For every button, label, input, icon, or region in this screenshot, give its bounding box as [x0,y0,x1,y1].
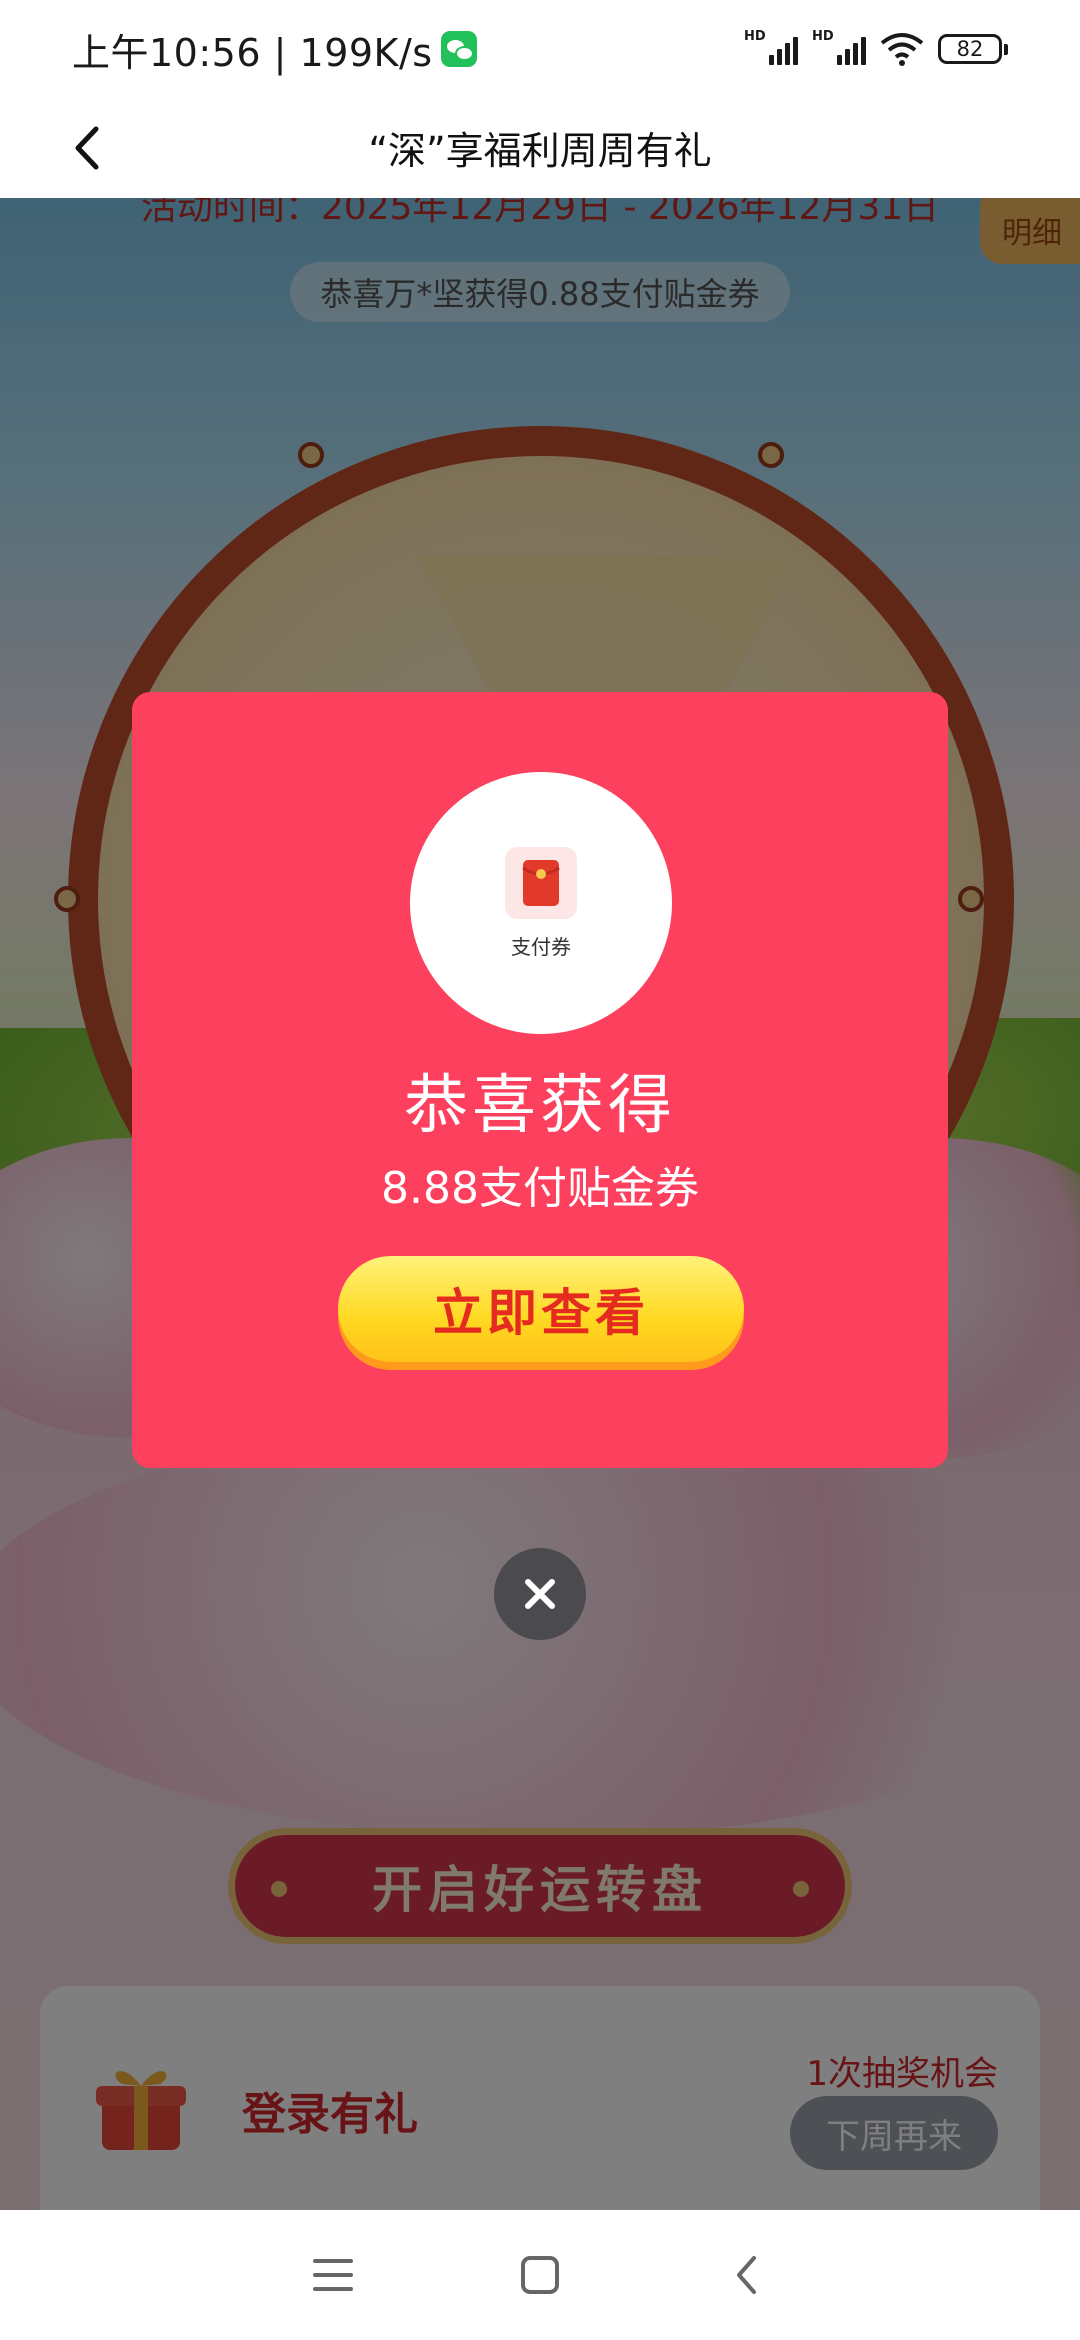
signal-icon: HD [744,29,798,67]
red-envelope-icon [522,859,560,906]
battery-level: 82 [938,34,1002,64]
system-nav-bar [0,2210,1080,2340]
back-icon [736,2256,756,2294]
clock: 上午10:56 [72,30,262,75]
hd-label: HD [744,29,766,44]
page-title: “深”享福利周周有礼 [368,129,712,173]
battery-icon: 82 [938,34,1008,64]
coupon-badge: 支付券 [410,772,672,1034]
prize-name: 8.88支付贴金券 [381,1163,699,1214]
system-back-button[interactable] [717,2245,777,2305]
view-now-button[interactable]: 立即查看 [338,1256,744,1362]
coupon-tile [505,846,577,919]
status-separator: | [273,30,287,75]
status-time: 上午10:56 | 199K/s [72,22,433,77]
modal-title: 恭喜获得 [404,1069,676,1143]
status-bar: 上午10:56 | 199K/s HD HD 82 [0,0,1080,98]
close-icon [525,1579,555,1609]
hd-label-2: HD [812,29,834,44]
home-icon [520,2256,559,2294]
wechat-notification-icon [440,31,477,67]
close-modal-button[interactable] [494,1548,586,1640]
menu-button[interactable] [303,2245,363,2305]
signal-icon-2: HD [812,29,866,67]
menu-icon [313,2259,354,2291]
wifi-icon [880,33,924,66]
prize-modal: 支付券 恭喜获得 8.88支付贴金券 立即查看 [132,692,948,1468]
home-button[interactable] [510,2245,570,2305]
coupon-label: 支付券 [511,934,571,959]
nav-bar: “深”享福利周周有礼 [0,98,1080,198]
status-icons: HD HD 82 [744,29,1008,67]
network-speed: 199K/s [299,30,433,75]
